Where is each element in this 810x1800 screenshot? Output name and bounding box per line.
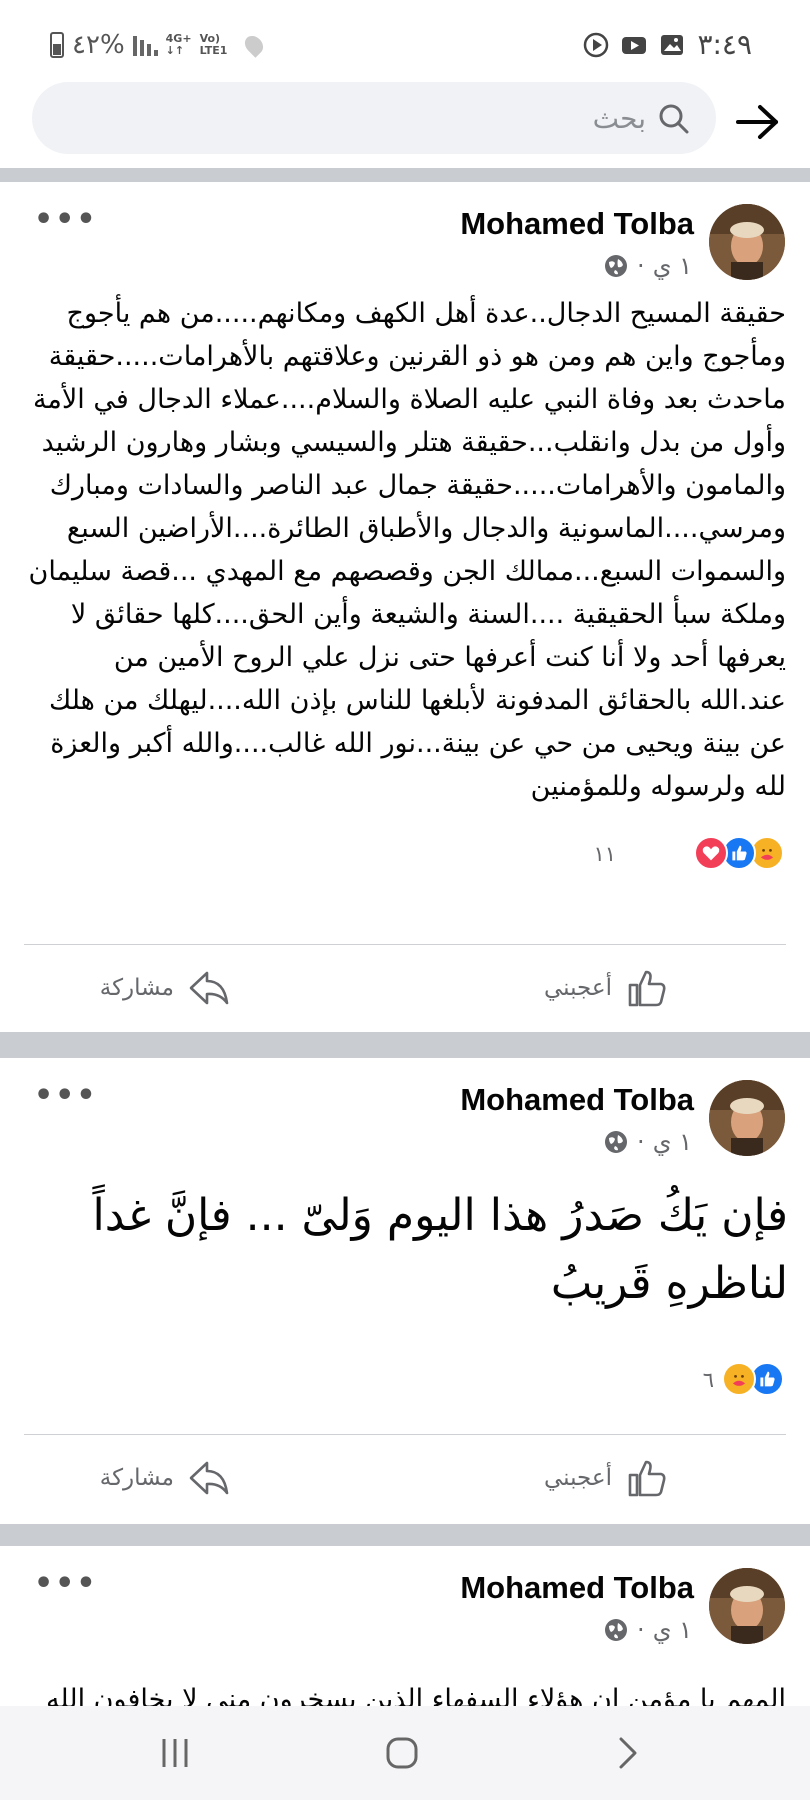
post-header: Mohamed Tolba ١ ي · •••	[0, 182, 810, 292]
youtube-icon	[621, 32, 647, 58]
separator-dot: ·	[637, 1128, 645, 1156]
clock: ٣:٤٩	[697, 28, 752, 61]
more-options-icon[interactable]: •••	[34, 202, 98, 237]
search-input[interactable]	[146, 101, 646, 135]
post-author[interactable]: Mohamed Tolba	[460, 206, 694, 242]
post-header: Mohamed Tolba ١ ي · •••	[0, 1058, 810, 1168]
search-icon	[656, 101, 690, 135]
post-meta: ١ ي ·	[603, 1128, 692, 1156]
post-actions: أعجبني مشاركة	[24, 1434, 786, 1524]
like-label: أعجبني	[543, 975, 612, 1001]
post-body: المهم يا مؤمن إن هؤلاء السفهاء الذين يسخ…	[45, 1684, 786, 1706]
love-reaction-icon	[694, 836, 728, 870]
feed-divider	[0, 1524, 810, 1546]
post-card: Mohamed Tolba ١ ي · ••• المهم يا مؤمن إن…	[0, 1546, 810, 1706]
post-body: حقيقة المسيح الدجال..عدة أهل الكهف ومكان…	[28, 298, 786, 802]
post-card: Mohamed Tolba ١ ي · ••• حقيقة المسيح الد…	[0, 182, 810, 1032]
search-header	[0, 80, 810, 168]
share-label: مشاركة	[99, 975, 174, 1001]
feed-divider	[0, 1032, 810, 1058]
reaction-count: ٦	[702, 1368, 714, 1392]
share-icon	[189, 971, 229, 1005]
location-icon	[240, 32, 267, 58]
avatar[interactable]	[709, 1080, 785, 1156]
post-time: ١ ي	[652, 1128, 692, 1156]
share-label: مشاركة	[99, 1465, 174, 1491]
system-nav-bar	[0, 1706, 810, 1800]
thumbs-up-icon	[628, 1460, 666, 1497]
back-arrow-icon[interactable]	[734, 98, 782, 146]
search-box[interactable]	[32, 82, 716, 154]
share-button[interactable]: مشاركة	[100, 967, 230, 1009]
globe-icon	[603, 253, 629, 279]
more-options-icon[interactable]: •••	[34, 1078, 98, 1113]
avatar[interactable]	[709, 204, 785, 280]
thumbs-up-icon	[628, 970, 666, 1007]
status-bar: ٤٢% 4G+ ↓↑ Vo) LTE1 ٣:٤٩	[0, 0, 810, 80]
home-icon[interactable]	[377, 1728, 427, 1778]
avatar[interactable]	[709, 1568, 785, 1644]
signal-icon	[132, 34, 158, 56]
feed-divider	[0, 168, 810, 182]
like-label: أعجبني	[543, 1465, 612, 1491]
battery-text: ٤٢%	[72, 30, 125, 60]
reaction-summary[interactable]: ٦	[0, 1356, 810, 1406]
post-meta: ١ ي ·	[603, 1616, 692, 1644]
separator-dot: ·	[637, 252, 645, 280]
share-icon	[189, 1461, 229, 1495]
reaction-count: ١١	[593, 842, 616, 866]
battery-icon	[50, 32, 64, 58]
care-reaction-icon	[722, 1362, 756, 1396]
separator-dot: ·	[637, 1616, 645, 1644]
post-card: Mohamed Tolba ١ ي · ••• فإن يَكُ صَدرُ ه…	[0, 1058, 810, 1524]
post-author[interactable]: Mohamed Tolba	[460, 1570, 694, 1606]
like-button[interactable]: أعجبني	[544, 1457, 668, 1499]
post-meta: ١ ي ·	[603, 252, 692, 280]
globe-icon	[603, 1129, 629, 1155]
more-options-icon[interactable]: •••	[34, 1566, 98, 1601]
post-author[interactable]: Mohamed Tolba	[460, 1082, 694, 1118]
network-type: 4G+ ↓↑	[165, 32, 192, 57]
globe-icon	[603, 1617, 629, 1643]
status-right: ٣:٤٩	[583, 28, 752, 61]
post-time: ١ ي	[652, 1616, 692, 1644]
recent-apps-icon[interactable]	[150, 1728, 200, 1778]
post-time: ١ ي	[652, 252, 692, 280]
post-header: Mohamed Tolba ١ ي · •••	[0, 1546, 810, 1656]
gallery-icon	[659, 32, 685, 58]
back-icon[interactable]	[602, 1728, 652, 1778]
reaction-icons	[694, 836, 784, 870]
post-actions: أعجبني مشاركة	[24, 944, 786, 1034]
share-button[interactable]: مشاركة	[100, 1457, 230, 1499]
post-body: فإن يَكُ صَدرُ هذا اليوم وَلىّ ... فإنَّ…	[92, 1190, 788, 1309]
like-button[interactable]: أعجبني	[544, 967, 668, 1009]
media-play-icon	[583, 32, 609, 58]
reaction-summary[interactable]: ١١	[0, 830, 810, 880]
volte-label: Vo) LTE1	[199, 32, 228, 57]
status-left: ٤٢% 4G+ ↓↑ Vo) LTE1	[50, 30, 267, 60]
reaction-icons	[722, 1362, 784, 1396]
